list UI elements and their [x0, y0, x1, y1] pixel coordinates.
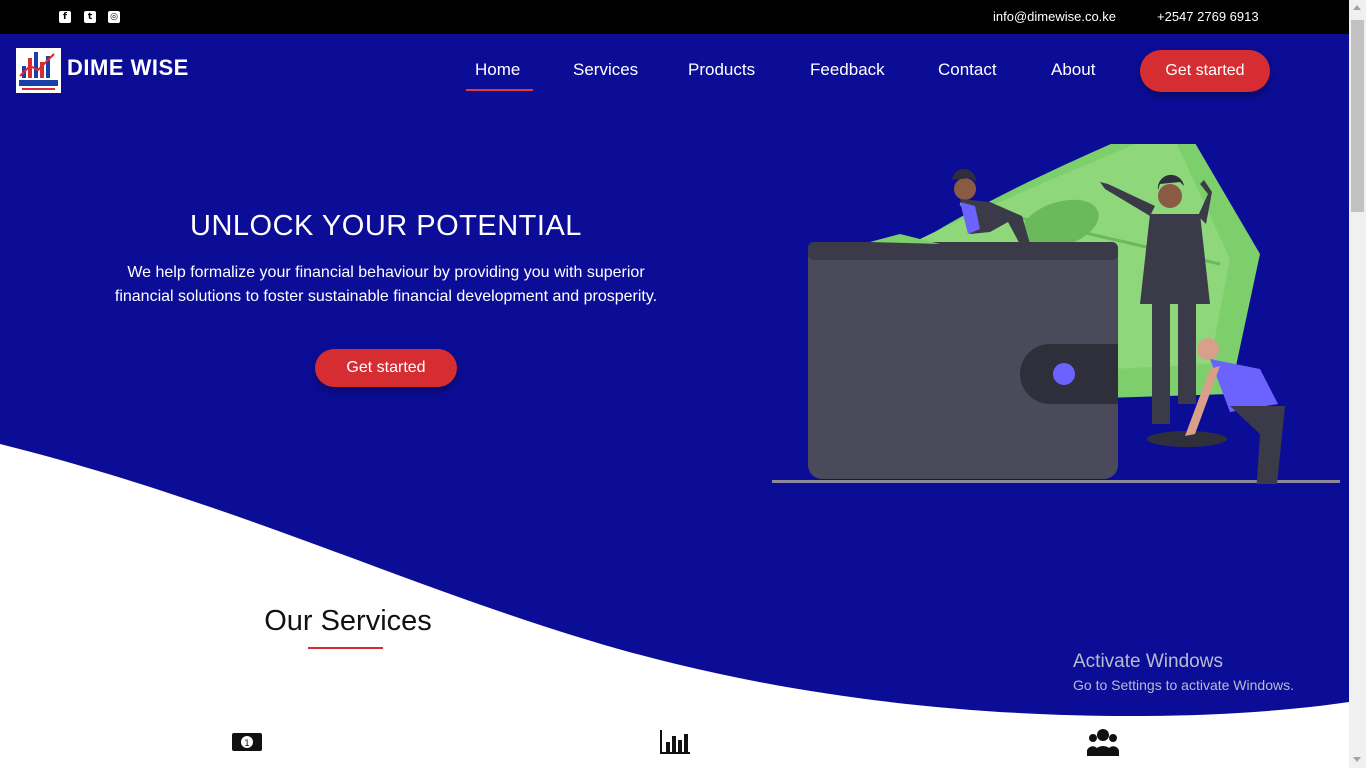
logo[interactable]	[16, 48, 61, 93]
bar-chart-icon	[660, 730, 690, 754]
wallet-money-illustration	[772, 144, 1340, 484]
scroll-down-icon[interactable]	[1353, 757, 1361, 762]
logo-mark-icon	[19, 52, 58, 90]
nav-about[interactable]: About	[1051, 60, 1095, 80]
scrollbar-thumb[interactable]	[1351, 20, 1364, 212]
nav-active-indicator	[466, 89, 533, 91]
header-get-started-button[interactable]: Get started	[1140, 50, 1270, 92]
nav-services[interactable]: Services	[573, 60, 638, 80]
nav-feedback[interactable]: Feedback	[810, 60, 885, 80]
instagram-icon[interactable]: ◎	[108, 11, 120, 23]
twitter-icon[interactable]: t	[84, 11, 96, 23]
money-bill-icon: 1	[232, 733, 262, 751]
facebook-icon[interactable]: f	[59, 11, 71, 23]
windows-activation-watermark: Activate Windows Go to Settings to activ…	[1073, 651, 1294, 693]
top-bar: f t ◎ info@dimewise.co.ke +2547 2769 691…	[0, 0, 1349, 34]
hero-title: UNLOCK YOUR POTENTIAL	[190, 210, 582, 242]
watermark-title: Activate Windows	[1073, 651, 1223, 672]
watermark-subtitle: Go to Settings to activate Windows.	[1073, 677, 1294, 693]
services-heading: Our Services	[264, 605, 432, 637]
scroll-up-icon[interactable]	[1353, 5, 1361, 10]
contact-phone[interactable]: +2547 2769 6913	[1157, 9, 1259, 24]
svg-text:1: 1	[244, 739, 250, 749]
brand-name[interactable]: DIME WISE	[67, 55, 189, 81]
services-heading-underline	[308, 647, 383, 649]
nav-contact[interactable]: Contact	[938, 60, 997, 80]
users-icon	[1087, 729, 1119, 756]
hero-subtitle: We help formalize your financial behavio…	[114, 264, 658, 305]
nav-home[interactable]: Home	[475, 60, 520, 80]
contact-email[interactable]: info@dimewise.co.ke	[993, 9, 1116, 24]
hero-get-started-button[interactable]: Get started	[315, 349, 457, 387]
nav-products[interactable]: Products	[688, 60, 755, 80]
